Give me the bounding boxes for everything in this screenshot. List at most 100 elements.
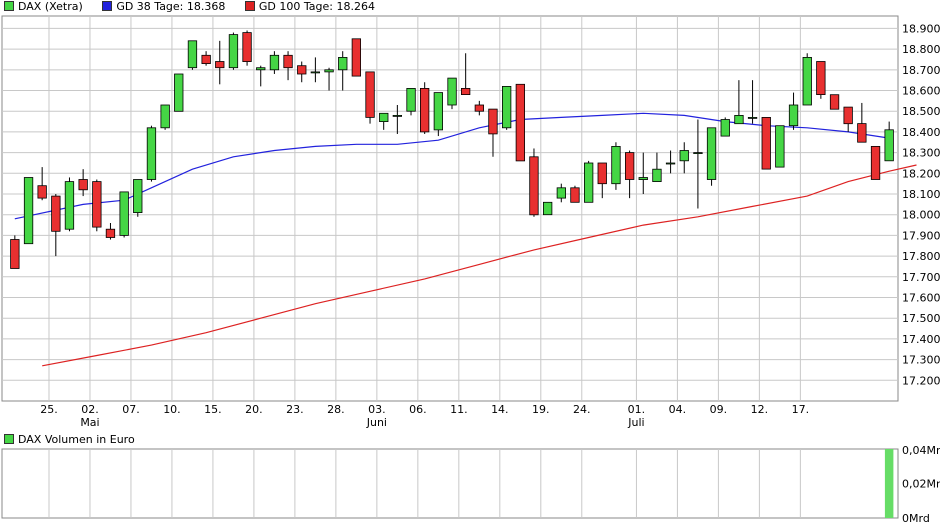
candle-down — [351, 38, 362, 77]
volume-plot-frame — [1, 448, 899, 519]
y-tick-label: 17.400 — [902, 333, 940, 346]
candle-up — [64, 181, 75, 230]
candle-down — [242, 32, 252, 62]
candle-up — [133, 179, 143, 213]
candle-up — [788, 104, 799, 127]
candle-up — [228, 34, 239, 69]
x-tick-label: 06. — [409, 403, 427, 416]
candle-up — [379, 112, 389, 123]
candle-up — [433, 92, 444, 131]
candle-up — [679, 150, 689, 162]
x-tick-label: 12. — [751, 403, 769, 416]
y-tick-label: 18.900 — [902, 22, 940, 35]
candle-down — [816, 61, 826, 95]
candle-down — [460, 88, 471, 96]
volume-y-tick-label: 0,02Mrd — [902, 478, 940, 491]
y-tick-label: 17.800 — [902, 250, 940, 263]
candle-up — [146, 127, 157, 180]
candle-up — [556, 187, 566, 199]
candle-up — [584, 162, 594, 203]
candle-down — [37, 185, 47, 199]
candle-up — [23, 177, 34, 245]
candle-up — [447, 77, 457, 106]
candle-up — [747, 117, 758, 119]
candle-down — [761, 117, 771, 170]
candle-up — [611, 145, 621, 185]
candle-up — [187, 40, 198, 69]
candle-up — [338, 57, 348, 71]
x-tick-label: 11. — [450, 403, 468, 416]
candle-down — [843, 106, 853, 125]
candle-down — [570, 187, 580, 203]
candle-down — [201, 54, 211, 64]
candle-down — [10, 239, 20, 269]
candle-up — [652, 168, 662, 182]
candle-up — [693, 152, 703, 155]
candle-up — [160, 104, 170, 129]
candle-down — [597, 162, 607, 185]
volume-bar — [884, 449, 894, 518]
candle-up — [734, 115, 744, 125]
y-tick-label: 18.800 — [902, 43, 940, 56]
candle-down — [870, 145, 881, 180]
dax-chart: 17.200 17.300 17.400 17.500 17.600 17.700 17.8… — [1, 15, 940, 525]
x-tick-label: 24. — [573, 403, 591, 416]
x-tick-label: 10. — [163, 403, 181, 416]
candle-up — [802, 57, 812, 106]
x-tick-label: 09. — [710, 403, 728, 416]
x-tick-month-label: Juli — [627, 416, 644, 429]
x-tick-month-label: Juni — [366, 416, 387, 429]
volume-y-tick-label: 0,04Mrd — [902, 444, 940, 457]
y-tick-label: 18.400 — [902, 126, 940, 139]
candle-down — [625, 152, 635, 180]
y-tick-label: 17.500 — [902, 312, 940, 325]
candle-up — [119, 191, 129, 236]
x-tick-label: 14. — [491, 403, 509, 416]
candle-up — [256, 67, 266, 71]
candle-up — [543, 201, 553, 216]
x-tick-label: 01. — [628, 403, 646, 416]
candle-down — [283, 54, 293, 69]
candle-down — [515, 83, 525, 162]
y-tick-label: 17.300 — [902, 354, 940, 367]
candle-up — [406, 88, 416, 112]
candle-down — [857, 123, 867, 143]
y-tick-label: 18.600 — [902, 85, 940, 98]
y-tick-label: 18.200 — [902, 167, 940, 180]
x-tick-label: 07. — [122, 403, 140, 416]
candle-down — [297, 65, 307, 75]
candle-down — [419, 88, 430, 133]
y-tick-label: 17.700 — [902, 271, 940, 284]
x-tick-label: 02. — [81, 403, 99, 416]
candle-up — [324, 69, 334, 73]
y-tick-label: 17.200 — [902, 374, 940, 387]
y-tick-label: 18.000 — [902, 209, 940, 222]
candle-down — [474, 104, 485, 112]
candle-up — [501, 86, 512, 129]
candle-down — [365, 71, 375, 118]
candle-down — [78, 179, 88, 191]
candle-down — [92, 181, 102, 228]
candle-up — [720, 119, 730, 137]
x-tick-label: 19. — [532, 403, 550, 416]
x-tick-label: 28. — [327, 403, 345, 416]
candle-up — [665, 162, 676, 165]
x-tick-label: 25. — [40, 403, 58, 416]
candle-up — [174, 73, 184, 112]
y-tick-label: 18.100 — [902, 188, 940, 201]
candle-up — [884, 129, 894, 162]
y-tick-label: 18.300 — [902, 147, 940, 160]
candle-down — [105, 228, 116, 238]
candle-up — [638, 177, 648, 180]
candle-up — [269, 54, 280, 71]
x-tick-label: 03. — [368, 403, 386, 416]
y-tick-label: 17.900 — [902, 229, 940, 242]
candle-down — [488, 108, 498, 135]
x-tick-label: 23. — [286, 403, 304, 416]
candle-down — [51, 195, 61, 232]
candle-up — [392, 115, 403, 117]
y-tick-label: 18.700 — [902, 64, 940, 77]
candle-down — [829, 94, 840, 110]
y-tick-label: 17.600 — [902, 292, 940, 305]
y-tick-label: 18.500 — [902, 105, 940, 118]
